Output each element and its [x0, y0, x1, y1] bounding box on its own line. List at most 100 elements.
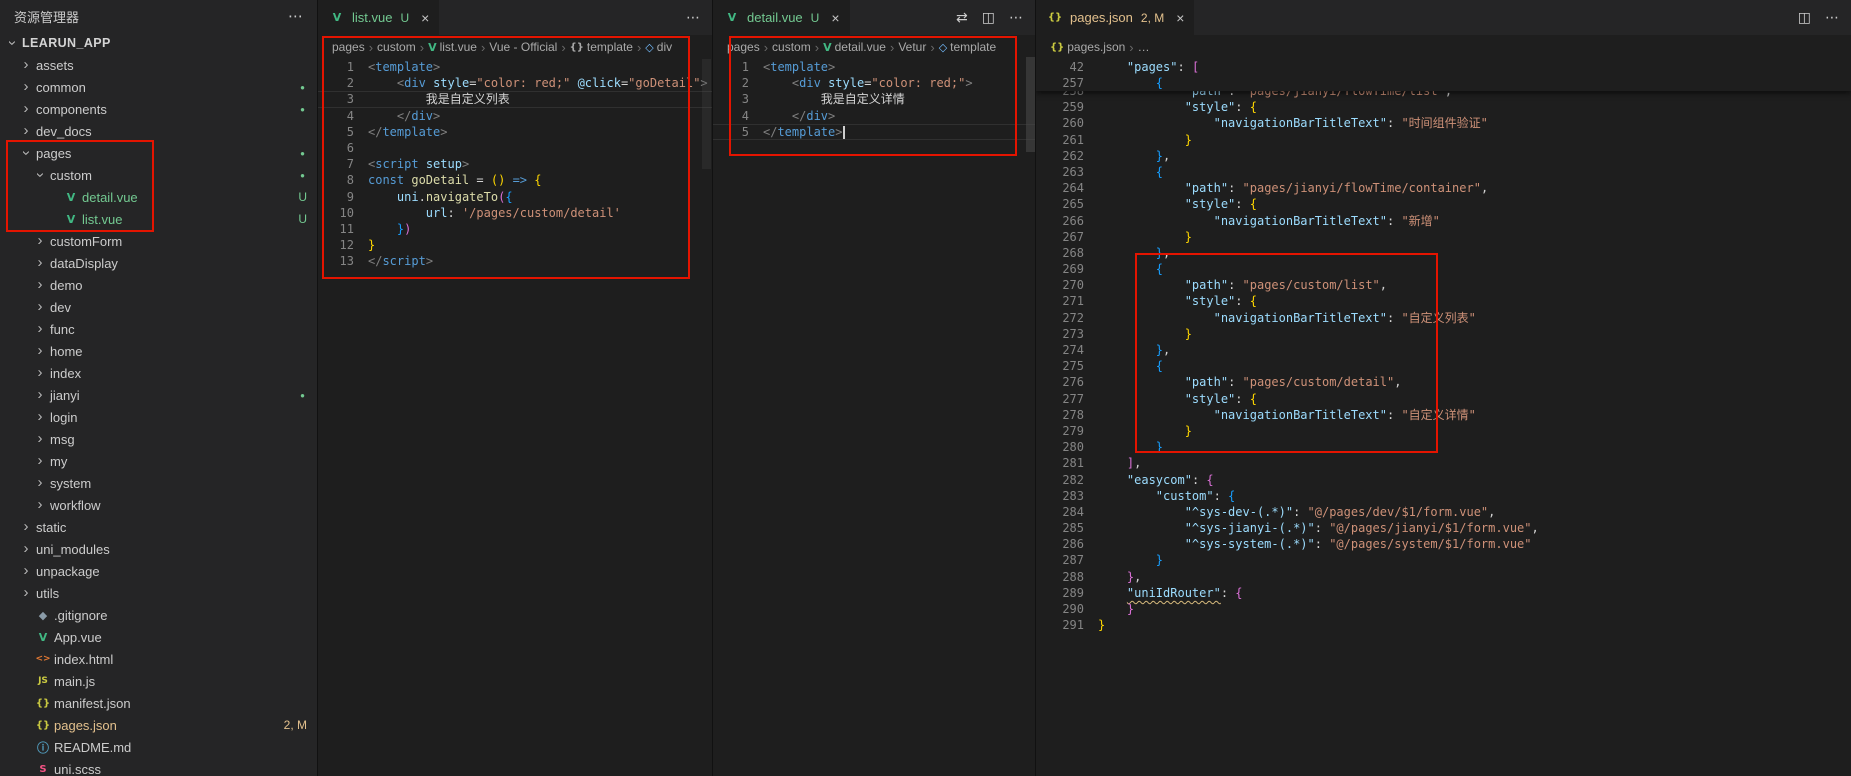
breadcrumb-item-list.vue[interactable]: Vlist.vue — [428, 40, 477, 54]
scrollbar-thumb[interactable] — [1026, 57, 1035, 152]
code-line-280[interactable]: 280 } — [1036, 439, 1851, 455]
code-line-272[interactable]: 272 "navigationBarTitleText": "自定义列表" — [1036, 310, 1851, 326]
code-line-257[interactable]: 257 { — [1036, 75, 1851, 91]
tree-item-manifest.json[interactable]: {}manifest.json — [0, 692, 317, 714]
tree-item-my[interactable]: ›my — [0, 450, 317, 472]
close-tab-icon[interactable]: × — [1176, 10, 1184, 26]
tree-item-login[interactable]: ›login — [0, 406, 317, 428]
code-line-271[interactable]: 271 "style": { — [1036, 293, 1851, 309]
chevron-right-icon[interactable]: › — [32, 296, 48, 318]
tree-item-static[interactable]: ›static — [0, 516, 317, 538]
more-actions-icon[interactable]: ⋯ — [1825, 9, 1839, 26]
code-line-4[interactable]: 4 </div> — [318, 108, 712, 124]
chevron-right-icon[interactable]: › — [18, 98, 34, 120]
breadcrumb-item-…[interactable]: … — [1138, 40, 1150, 54]
more-actions-icon[interactable]: ⋯ — [686, 9, 700, 26]
tree-item-common[interactable]: ›common● — [0, 76, 317, 98]
sticky-scroll[interactable]: 42 "pages": [257 { — [1036, 59, 1851, 91]
tree-item-uni_modules[interactable]: ›uni_modules — [0, 538, 317, 560]
tree-item-demo[interactable]: ›demo — [0, 274, 317, 296]
chevron-right-icon[interactable]: › — [32, 406, 48, 428]
breadcrumb-item-Vetur[interactable]: Vetur — [898, 40, 926, 54]
tree-item-list.vue[interactable]: Vlist.vueU — [0, 208, 317, 230]
tree-item-App.vue[interactable]: VApp.vue — [0, 626, 317, 648]
code-line-287[interactable]: 287 } — [1036, 552, 1851, 568]
code-line-282[interactable]: 282 "easycom": { — [1036, 472, 1851, 488]
code-line-291[interactable]: 291} — [1036, 617, 1851, 633]
code-line-286[interactable]: 286 "^sys-system-(.*)": "@/pages/system/… — [1036, 536, 1851, 552]
code-line-267[interactable]: 267 } — [1036, 229, 1851, 245]
code-line-13[interactable]: 13</script> — [318, 253, 712, 269]
code-line-264[interactable]: 264 "path": "pages/jianyi/flowTime/conta… — [1036, 180, 1851, 196]
chevron-down-icon[interactable]: › — [15, 145, 37, 161]
tree-item-pages.json[interactable]: {}pages.json2, M — [0, 714, 317, 736]
code-line-262[interactable]: 262 }, — [1036, 148, 1851, 164]
tab-detail-vue[interactable]: V detail.vue U × — [713, 0, 851, 35]
code-line-263[interactable]: 263 { — [1036, 164, 1851, 180]
code-line-270[interactable]: 270 "path": "pages/custom/list", — [1036, 277, 1851, 293]
chevron-right-icon[interactable]: › — [32, 428, 48, 450]
breadcrumb-item-div[interactable]: ◇div — [645, 40, 672, 54]
chevron-right-icon[interactable]: › — [32, 318, 48, 340]
chevron-right-icon[interactable]: › — [32, 340, 48, 362]
tree-item-README.md[interactable]: ⓘREADME.md — [0, 736, 317, 758]
code-line-1[interactable]: 1<template> — [318, 59, 712, 75]
code-line-268[interactable]: 268 }, — [1036, 245, 1851, 261]
tree-item-dataDisplay[interactable]: ›dataDisplay — [0, 252, 317, 274]
code-line-3[interactable]: 3 我是自定义列表 — [318, 91, 712, 107]
breadcrumb-item-Vue - Official[interactable]: Vue - Official — [489, 40, 557, 54]
code-line-276[interactable]: 276 "path": "pages/custom/detail", — [1036, 374, 1851, 390]
tree-item-pages[interactable]: ›pages● — [0, 142, 317, 164]
tree-item-utils[interactable]: ›utils — [0, 582, 317, 604]
tree-item-dev_docs[interactable]: ›dev_docs — [0, 120, 317, 142]
code-editor-detail-vue[interactable]: 1<template>2 <div style="color: red;">3 … — [713, 59, 1035, 776]
chevron-right-icon[interactable]: › — [32, 362, 48, 384]
tree-item-func[interactable]: ›func — [0, 318, 317, 340]
code-line-8[interactable]: 8const goDetail = () => { — [318, 172, 712, 188]
chevron-right-icon[interactable]: › — [32, 274, 48, 296]
split-editor-icon[interactable]: ◫ — [982, 9, 995, 26]
tree-item-uni.scss[interactable]: Suni.scss — [0, 758, 317, 776]
code-line-290[interactable]: 290 } — [1036, 601, 1851, 617]
code-line-285[interactable]: 285 "^sys-jianyi-(.*)": "@/pages/jianyi/… — [1036, 520, 1851, 536]
tree-item-home[interactable]: ›home — [0, 340, 317, 362]
code-line-265[interactable]: 265 "style": { — [1036, 196, 1851, 212]
code-line-283[interactable]: 283 "custom": { — [1036, 488, 1851, 504]
code-line-279[interactable]: 279 } — [1036, 423, 1851, 439]
code-line-277[interactable]: 277 "style": { — [1036, 391, 1851, 407]
code-line-9[interactable]: 9 uni.navigateTo({ — [318, 189, 712, 205]
breadcrumb-item-template[interactable]: {}template — [570, 40, 633, 54]
breadcrumb-item-custom[interactable]: custom — [377, 40, 416, 54]
breadcrumb-item-custom[interactable]: custom — [772, 40, 811, 54]
breadcrumb-item-detail.vue[interactable]: Vdetail.vue — [823, 40, 886, 54]
chevron-right-icon[interactable]: › — [32, 450, 48, 472]
chevron-right-icon[interactable]: › — [32, 494, 48, 516]
breadcrumb-item-pages.json[interactable]: {}pages.json — [1050, 40, 1125, 54]
code-line-1[interactable]: 1<template> — [713, 59, 1035, 75]
chevron-right-icon[interactable]: › — [32, 472, 48, 494]
chevron-down-icon[interactable]: › — [1, 35, 23, 51]
code-editor-pages-json[interactable]: 42 "pages": [257 { 258 "path": "pages/ji… — [1036, 59, 1851, 776]
code-line-261[interactable]: 261 } — [1036, 132, 1851, 148]
code-line-42[interactable]: 42 "pages": [ — [1036, 59, 1851, 75]
code-line-273[interactable]: 273 } — [1036, 326, 1851, 342]
tree-item-unpackage[interactable]: ›unpackage — [0, 560, 317, 582]
chevron-right-icon[interactable]: › — [18, 120, 34, 142]
tree-item-index[interactable]: ›index — [0, 362, 317, 384]
breadcrumb-item-pages[interactable]: pages — [332, 40, 365, 54]
chevron-right-icon[interactable]: › — [32, 252, 48, 274]
breadcrumb-item-template[interactable]: ◇template — [939, 40, 997, 54]
tree-item-jianyi[interactable]: ›jianyi● — [0, 384, 317, 406]
open-changes-icon[interactable]: ⇄ — [956, 9, 968, 26]
chevron-right-icon[interactable]: › — [18, 516, 34, 538]
code-line-281[interactable]: 281 ], — [1036, 455, 1851, 471]
code-line-6[interactable]: 6 — [318, 140, 712, 156]
tree-item-.gitignore[interactable]: ◆.gitignore — [0, 604, 317, 626]
code-line-266[interactable]: 266 "navigationBarTitleText": "新增" — [1036, 213, 1851, 229]
tree-item-msg[interactable]: ›msg — [0, 428, 317, 450]
code-line-7[interactable]: 7<script setup> — [318, 156, 712, 172]
code-line-2[interactable]: 2 <div style="color: red;"> — [713, 75, 1035, 91]
code-line-278[interactable]: 278 "navigationBarTitleText": "自定义详情" — [1036, 407, 1851, 423]
code-line-269[interactable]: 269 { — [1036, 261, 1851, 277]
tree-item-assets[interactable]: ›assets — [0, 54, 317, 76]
